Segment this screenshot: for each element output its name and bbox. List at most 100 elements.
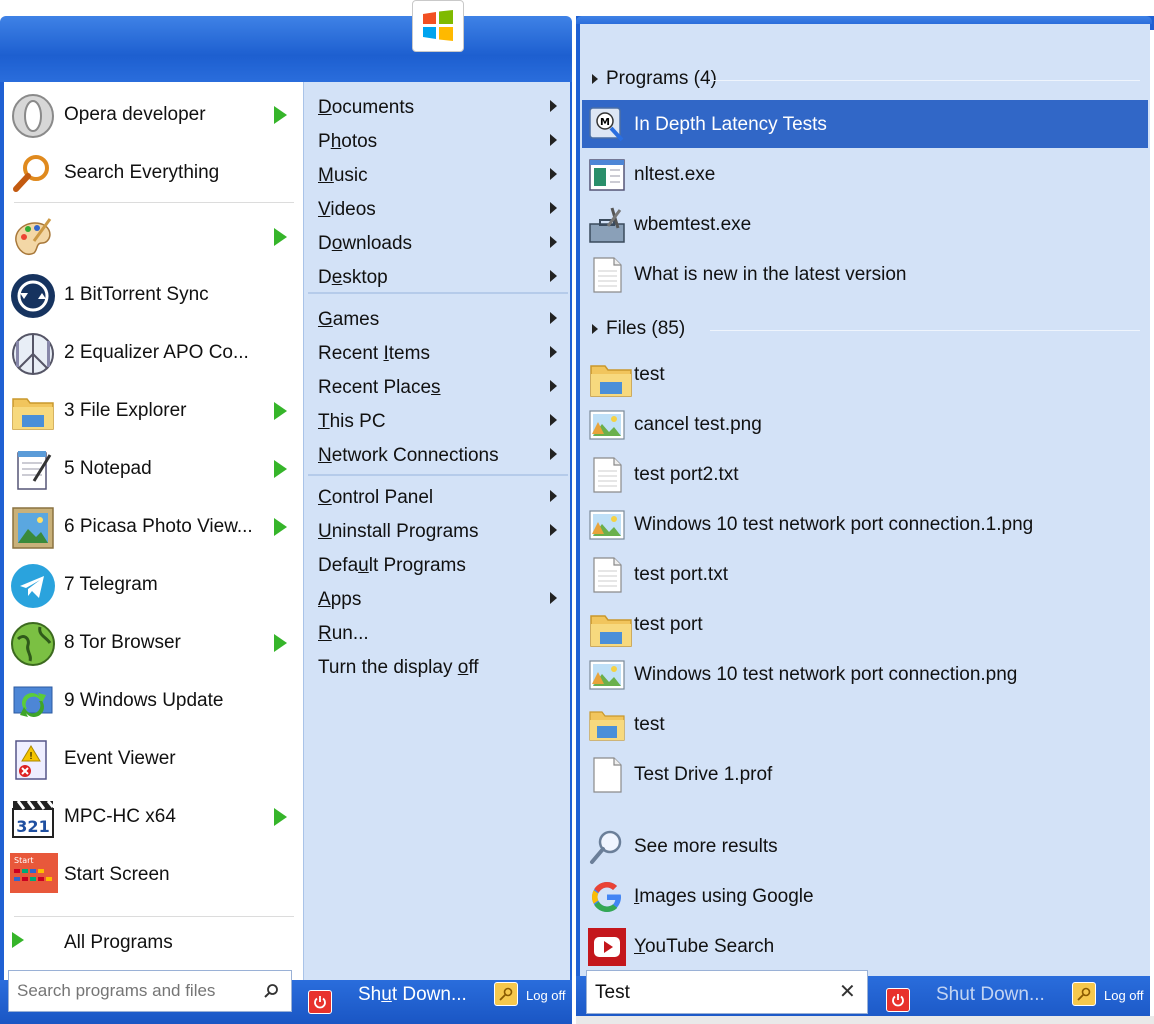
program-item[interactable]: Start Start Screen	[4, 846, 303, 904]
program-label: 7 Telegram	[64, 574, 158, 595]
clapboard-icon: 321	[10, 795, 56, 841]
program-item[interactable]	[4, 208, 303, 266]
log-off-button[interactable]: Log off	[1104, 988, 1144, 1003]
image-file-icon	[588, 406, 626, 444]
search-result-item[interactable]: What is new in the latest version	[582, 250, 1148, 298]
place-item[interactable]: Uninstall Programs	[318, 514, 566, 548]
submenu-arrow-icon[interactable]	[274, 106, 287, 124]
shutdown-button[interactable]: Shut Down...	[936, 984, 1045, 1006]
search-result-item[interactable]: cancel test.png	[582, 400, 1148, 448]
place-item[interactable]: Default Programs	[318, 548, 566, 582]
submenu-arrow-icon[interactable]	[274, 228, 287, 246]
place-item[interactable]: Recent Places	[318, 370, 566, 404]
program-label: 1 BitTorrent Sync	[64, 284, 209, 305]
search-results-menu: Programs (4) M In Depth Latency Tests nlte…	[576, 16, 1154, 1024]
search-result-item[interactable]: YouTube Search	[582, 922, 1148, 970]
exe-window-icon	[588, 156, 626, 194]
program-item[interactable]: Opera developer	[4, 86, 303, 144]
search-result-item[interactable]: Windows 10 test network port connection.…	[582, 650, 1148, 698]
power-icon[interactable]	[308, 990, 332, 1014]
key-icon[interactable]	[494, 982, 518, 1006]
search-input[interactable]	[595, 981, 825, 1005]
search-result-item[interactable]: Test Drive 1.prof	[582, 750, 1148, 798]
place-label: Apps	[318, 589, 362, 610]
place-item[interactable]: Downloads	[318, 226, 566, 260]
log-off-button[interactable]: Log off	[526, 988, 566, 1003]
program-item[interactable]: 9 Windows Update	[4, 672, 303, 730]
submenu-arrow-icon	[550, 168, 557, 180]
search-icon[interactable]	[263, 983, 279, 999]
windows-logo-icon[interactable]	[412, 0, 464, 52]
program-item[interactable]: 3 File Explorer	[4, 382, 303, 440]
program-item[interactable]: 7 Telegram	[4, 556, 303, 614]
search-result-item[interactable]: test	[582, 350, 1148, 398]
search-box[interactable]: ✕	[586, 970, 868, 1014]
result-label: test	[634, 714, 665, 735]
submenu-arrow-icon[interactable]	[274, 808, 287, 826]
result-label: See more results	[634, 836, 778, 857]
separator	[308, 474, 568, 476]
place-item[interactable]: Desktop	[318, 260, 566, 294]
search-results-header	[576, 16, 1152, 24]
program-item[interactable]: 1 BitTorrent Sync	[4, 266, 303, 324]
result-label: wbemtest.exe	[634, 214, 752, 235]
search-result-item[interactable]: M In Depth Latency Tests	[582, 100, 1148, 148]
key-icon[interactable]	[1072, 982, 1096, 1006]
submenu-arrow-icon[interactable]	[274, 460, 287, 478]
search-result-item[interactable]: test port.txt	[582, 550, 1148, 598]
place-item[interactable]: Apps	[318, 582, 566, 616]
files-group-header[interactable]: Files (85)	[580, 312, 1150, 348]
program-label: Opera developer	[64, 104, 206, 125]
submenu-arrow-icon[interactable]	[274, 402, 287, 420]
place-item[interactable]: Turn the display off	[318, 650, 566, 684]
search-result-item[interactable]: test port	[582, 600, 1148, 648]
submenu-arrow-icon[interactable]	[274, 518, 287, 536]
search-result-item[interactable]: nltest.exe	[582, 150, 1148, 198]
program-item[interactable]: 8 Tor Browser	[4, 614, 303, 672]
search-result-item[interactable]: Windows 10 test network port connection.…	[582, 500, 1148, 548]
search-icon	[588, 828, 626, 866]
program-label: 9 Windows Update	[64, 690, 224, 711]
submenu-arrow-icon	[550, 490, 557, 502]
program-item[interactable]: ! Event Viewer	[4, 730, 303, 788]
submenu-arrow-icon[interactable]	[274, 634, 287, 652]
place-item[interactable]: Network Connections	[318, 438, 566, 472]
program-label: 3 File Explorer	[64, 400, 187, 421]
all-programs-button[interactable]: All Programs	[4, 920, 303, 958]
bottom-strip	[576, 1016, 1154, 1024]
place-item[interactable]: Music	[318, 158, 566, 192]
place-label: Default Programs	[318, 555, 466, 576]
search-input[interactable]	[17, 979, 257, 1003]
search-programs-box[interactable]	[8, 970, 292, 1012]
place-item[interactable]: Games	[318, 302, 566, 336]
search-result-item[interactable]: wbemtest.exe	[582, 200, 1148, 248]
search-result-item[interactable]: Images using Google	[582, 872, 1148, 920]
start-screen-icon: Start	[10, 853, 58, 899]
separator	[308, 292, 568, 294]
program-item[interactable]: 6 Picasa Photo View...	[4, 498, 303, 556]
program-item[interactable]: 2 Equalizer APO Co...	[4, 324, 303, 382]
search-result-item[interactable]: test port2.txt	[582, 450, 1148, 498]
shutdown-button[interactable]: Shut Down...	[358, 984, 467, 1006]
submenu-arrow-icon	[550, 312, 557, 324]
program-item[interactable]: Search Everything	[4, 144, 303, 202]
place-item[interactable]: Control Panel	[318, 480, 566, 514]
clear-search-icon[interactable]: ✕	[839, 979, 856, 1004]
program-item[interactable]: 321 MPC-HC x64	[4, 788, 303, 846]
place-item[interactable]: Recent Items	[318, 336, 566, 370]
place-item[interactable]: Photos	[318, 124, 566, 158]
submenu-arrow-icon	[550, 524, 557, 536]
program-item[interactable]: 5 Notepad	[4, 440, 303, 498]
separator	[14, 916, 294, 917]
place-item[interactable]: Documents	[318, 90, 566, 124]
place-item[interactable]: Run...	[318, 616, 566, 650]
place-label: Downloads	[318, 233, 413, 254]
search-result-item[interactable]: See more results	[582, 822, 1148, 870]
folder-icon	[588, 606, 632, 647]
search-result-item[interactable]: test	[582, 700, 1148, 748]
power-icon[interactable]	[886, 988, 910, 1012]
place-item[interactable]: Videos	[318, 192, 566, 226]
programs-group-header[interactable]: Programs (4)	[580, 62, 1150, 98]
bittorrent-sync-icon	[10, 273, 56, 319]
place-item[interactable]: This PC	[318, 404, 566, 438]
